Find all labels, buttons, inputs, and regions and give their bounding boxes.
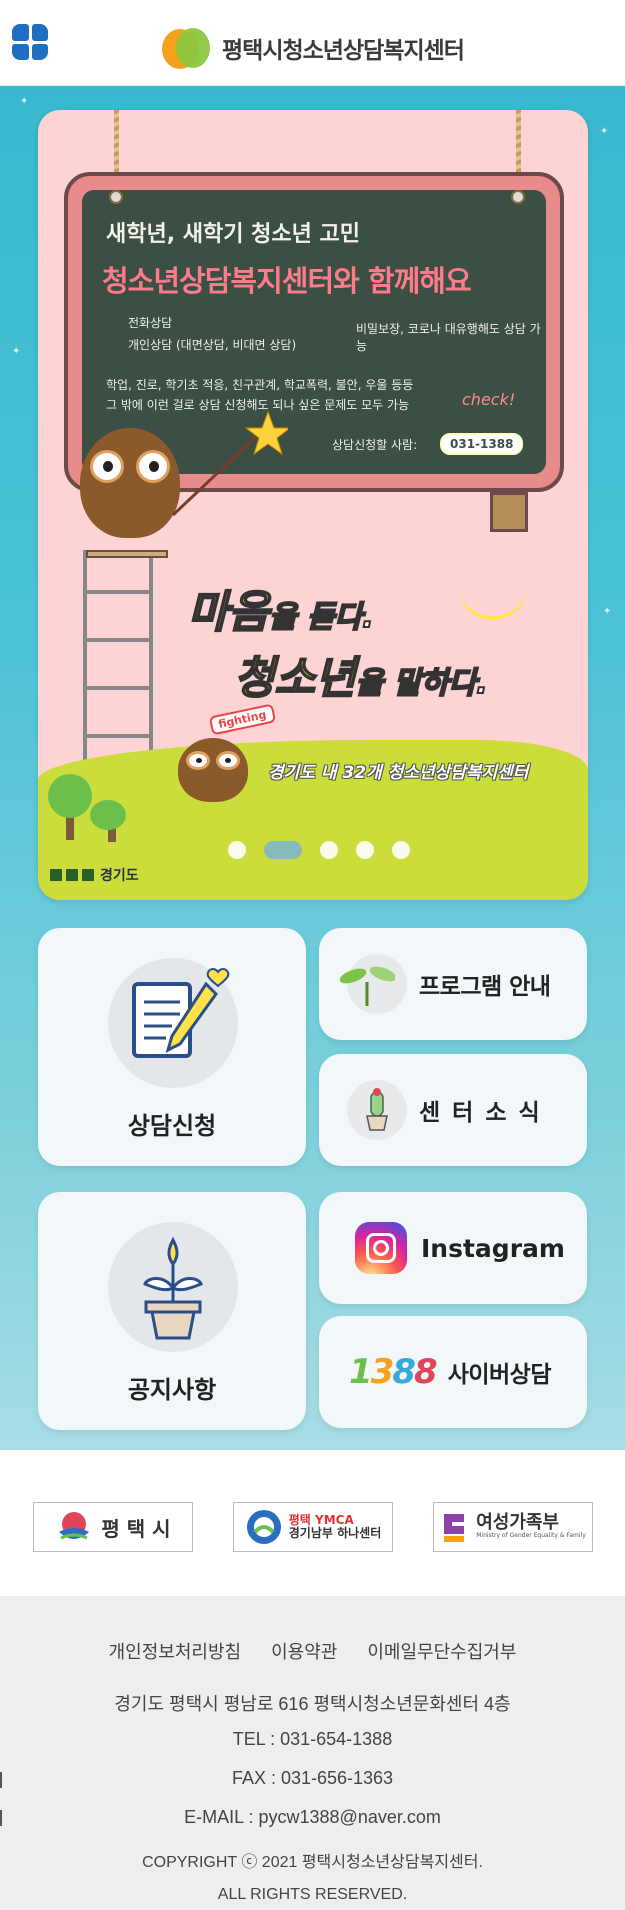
partner-mogef-label: 여성가족부	[476, 1512, 560, 1534]
board-post	[490, 492, 528, 532]
pointer-star-icon	[171, 410, 288, 517]
footer-copyright: COPYRIGHT ⓒ 2021 평택시청소년상담복지센터.	[142, 1854, 483, 1871]
pin-decoration	[109, 190, 123, 204]
privacy-policy-link[interactable]: 개인정보처리방침	[109, 1638, 241, 1664]
fighting-flag: fighting	[208, 703, 276, 736]
footer-links: 개인정보처리방침 이용약관 이메일무단수집거부	[0, 1638, 625, 1664]
sprout-icon	[339, 954, 407, 1014]
instagram-card[interactable]: Instagram	[319, 1192, 587, 1304]
partner-pyeongtaek-label: 평 택 시	[101, 1516, 171, 1541]
partner-pyeongtaek[interactable]: 평 택 시	[33, 1502, 193, 1552]
footer-tel: TEL : 031-654-1388	[232, 1729, 393, 1749]
instagram-label: Instagram	[421, 1233, 565, 1263]
counsel-apply-label: 상담신청	[127, 1112, 217, 1140]
banner-line2: 청소년상담복지센터와 함께해요	[102, 264, 472, 298]
pyeongtaek-logo-icon	[59, 1512, 90, 1540]
owl-illustration	[80, 428, 180, 538]
cyber-counsel-card[interactable]: 1388 사이버상담	[319, 1316, 587, 1428]
banner-check: check!	[462, 390, 516, 409]
center-news-label: 센 터 소 식	[419, 1100, 542, 1126]
footer-email: E-MAIL : pycw1388@naver.com	[184, 1807, 441, 1827]
document-pen-icon	[108, 958, 238, 1088]
terms-link[interactable]: 이용약관	[271, 1638, 337, 1664]
footer-rights: ALL RIGHTS RESERVED.	[217, 1886, 408, 1903]
banner-tagline: 경기도 내 32개 청소년상담복지센터	[268, 763, 529, 783]
banner-slogan2: 청소년을 말하다.	[233, 652, 489, 705]
footer-fax: FAX : 031-656-1363	[231, 1768, 394, 1788]
partner-ymca-line2: 경기남부 하나센터	[288, 1526, 382, 1540]
banner-slogan1: 마음을 듣다.	[187, 586, 375, 639]
email-refusal-link[interactable]: 이메일무단수집거부	[367, 1638, 516, 1664]
rope-decoration	[114, 110, 119, 180]
tree-icon	[90, 800, 126, 830]
grid-menu-icon[interactable]	[12, 24, 48, 60]
notice-label: 공지사항	[127, 1376, 217, 1404]
banner-note-personal: 개인상담 (대면상담, 비대면 상담)	[128, 338, 297, 352]
banner-line1: 새학년, 새학기 청소년 고민	[106, 222, 360, 247]
instagram-icon	[355, 1222, 407, 1274]
promo-banner[interactable]: 새학년, 새학기 청소년 고민 청소년상담복지센터와 함께해요 전화상담 개인상…	[38, 110, 588, 900]
cactus-pot-icon	[347, 1080, 407, 1140]
counsel-apply-card[interactable]: 상담신청	[38, 928, 306, 1166]
1388-logo-icon: 1388	[349, 1352, 438, 1392]
partner-mogef-sub: Ministry of Gender Equality & Family	[476, 1532, 586, 1540]
partner-mogef[interactable]: 여성가족부 Ministry of Gender Equality & Fami…	[433, 1502, 593, 1552]
ymca-logo-icon	[246, 1510, 281, 1544]
carousel-dot[interactable]	[320, 841, 338, 859]
banner-apply-phone: 031-1388	[440, 433, 524, 455]
cyber-counsel-label: 사이버상담	[447, 1362, 552, 1388]
notice-card[interactable]: 공지사항	[38, 1192, 306, 1430]
pin-decoration	[511, 190, 525, 204]
site-logo[interactable]: 평택시청소년상담복지센터	[160, 26, 465, 70]
site-header: 평택시청소년상담복지센터	[0, 0, 625, 86]
site-footer: 개인정보처리방침 이용약관 이메일무단수집거부 경기도 평택시 평남로 616 …	[0, 1596, 625, 1910]
carousel-dot-active[interactable]	[264, 841, 302, 859]
carousel-dots	[228, 841, 410, 859]
plant-pot-icon	[108, 1222, 238, 1352]
smile-decoration	[458, 580, 528, 620]
carousel-dot[interactable]	[356, 841, 374, 859]
tree-icon	[48, 774, 92, 818]
mogef-logo-icon	[444, 1514, 465, 1542]
edge-marker	[0, 1772, 2, 1788]
carousel-dot[interactable]	[392, 841, 410, 859]
site-title: 평택시청소년상담복지센터	[222, 38, 465, 64]
banner-note-phone: 전화상담	[128, 316, 173, 330]
main-content: ✦ ✦ ✦ ✦ 새학년, 새학기 청소년 고민 청소년상담복지센터와 함께해요 …	[0, 86, 625, 1450]
banner-note-secret: 비밀보장, 코로나 대유행해도 상담 가능	[356, 322, 541, 353]
banner-note-topics: 학업, 진로, 학기초 적응, 친구관계, 학교폭력, 불안, 우울 등등	[106, 378, 414, 392]
footer-address: 경기도 평택시 평남로 616 평택시청소년문화센터 4층	[114, 1694, 511, 1714]
rope-decoration	[516, 110, 521, 180]
program-card[interactable]: 프로그램 안내	[319, 928, 587, 1040]
logo-mark-icon	[160, 26, 212, 70]
banner-apply-label: 상담신청할 사람:	[332, 438, 418, 452]
edge-marker	[0, 1810, 2, 1826]
program-label: 프로그램 안내	[419, 974, 551, 1000]
gyeonggi-logo: 경기도	[50, 865, 139, 885]
ladder-top	[86, 550, 168, 558]
center-news-card[interactable]: 센 터 소 식	[319, 1054, 587, 1166]
partner-logos: 평 택 시 평택 YMCA 경기남부 하나센터 여성가족부 Ministry o…	[0, 1450, 625, 1596]
owl-fighting-illustration	[178, 738, 248, 802]
partner-ymca[interactable]: 평택 YMCA 경기남부 하나센터	[233, 1502, 393, 1552]
carousel-dot[interactable]	[228, 841, 246, 859]
